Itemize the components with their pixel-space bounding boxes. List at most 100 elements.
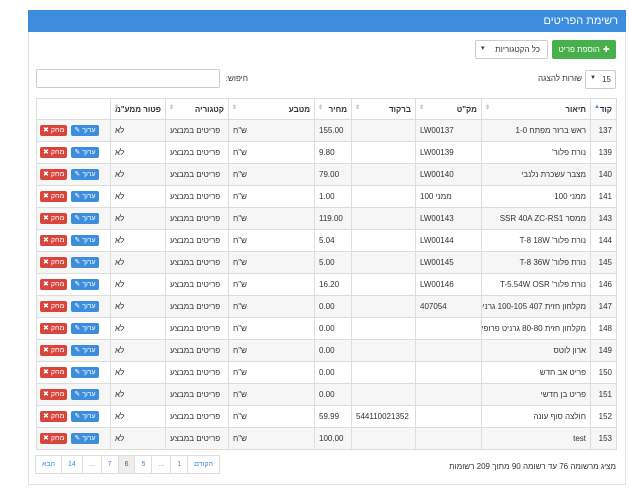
items-table: קוד ▲ תיאור ⇕ מק"ט ⇕ ברקוד ⇕ מחיר ⇕ מטבע ⇕ קטגוריה ⇕ פ…	[36, 98, 617, 450]
delete-button[interactable]: מחק ✖	[40, 169, 68, 180]
plus-icon: ✚	[602, 45, 610, 54]
col-category-header[interactable]: קטגוריה ⇕	[165, 98, 229, 120]
table-row: 143 ממסר SSR 40A ZC-RS1 LW00143 119.00 ש"ח פר…	[36, 207, 617, 230]
col-category-cell: פריטים במבצע	[165, 405, 229, 428]
col-category-cell: פריטים במבצע	[165, 339, 229, 362]
edit-button[interactable]: ערוך ✎	[71, 301, 99, 312]
col-currency-header[interactable]: מטבע ⇕	[228, 98, 315, 120]
close-icon: ✖	[43, 215, 49, 222]
delete-button[interactable]: מחק ✖	[40, 279, 68, 290]
edit-button[interactable]: ערוך ✎	[71, 411, 99, 422]
table-row: 145 נורת פלור' T-8 36W LW00145 5.00 ש"ח פריטי…	[36, 251, 617, 274]
col-description-cell: ראש ברזר מפתח 1-0	[481, 119, 591, 142]
delete-label: מחק	[50, 259, 65, 266]
delete-button[interactable]: מחק ✖	[40, 345, 68, 356]
col-description-cell: חולצה סוף עונה	[481, 405, 591, 428]
col-sku-cell: LW00144	[415, 229, 482, 252]
col-description-cell: מקלחון חזית 80-80 גרניט פרופילון	[481, 317, 591, 340]
col-vat-exempt-cell: לא	[110, 273, 166, 296]
edit-button[interactable]: ערוך ✎	[71, 257, 99, 268]
edit-button[interactable]: ערוך ✎	[71, 191, 99, 202]
col-vat-exempt-header[interactable]: פטור ממע"מ ⇕	[110, 98, 166, 120]
table-row: 147מקלחון חזית 407 100-105 גרניט407054 0.…	[36, 295, 617, 318]
delete-button[interactable]: מחק ✖	[40, 323, 68, 334]
col-description-header[interactable]: תיאור ⇕	[481, 98, 591, 120]
delete-button[interactable]: מחק ✖	[40, 389, 68, 400]
delete-button[interactable]: מחק ✖	[40, 257, 68, 268]
col-code-cell: 137	[590, 119, 617, 142]
edit-icon: ✎	[74, 435, 81, 442]
col-vat-exempt-header-label: פטור ממע"מ	[114, 104, 161, 114]
delete-label: מחק	[50, 435, 65, 442]
delete-button[interactable]: מחק ✖	[40, 125, 68, 136]
col-price-cell: 59.99	[314, 405, 352, 428]
sort-icon: ⇕	[419, 105, 425, 111]
col-code-header[interactable]: קוד ▲	[590, 98, 617, 120]
delete-button[interactable]: מחק ✖	[40, 191, 68, 202]
delete-button[interactable]: מחק ✖	[40, 301, 68, 312]
col-category-cell: פריטים במבצע	[165, 383, 229, 406]
edit-button[interactable]: ערוך ✎	[71, 279, 99, 290]
delete-button[interactable]: מחק ✖	[40, 147, 68, 158]
col-vat-exempt-cell: לא	[110, 229, 166, 252]
edit-label: ערוך	[82, 391, 96, 398]
col-code-cell: 140	[590, 163, 617, 186]
col-code-cell: 153	[590, 427, 617, 450]
col-price-header[interactable]: מחיר ⇕	[314, 98, 352, 120]
delete-button[interactable]: מחק ✖	[40, 213, 68, 224]
edit-button[interactable]: ערוך ✎	[71, 345, 99, 356]
pagination-item[interactable]: 7	[100, 455, 119, 474]
delete-button[interactable]: מחק ✖	[40, 235, 68, 246]
delete-label: מחק	[50, 215, 65, 222]
pagination-item[interactable]: 5	[134, 455, 153, 474]
col-barcode-header[interactable]: ברקוד ⇕	[351, 98, 416, 120]
col-sku-cell: LW00145	[415, 251, 482, 274]
col-barcode-cell	[351, 251, 416, 274]
table-row: 137 ראש ברזר מפתח 1-0 LW00137 155.00 ש"ח פריט…	[36, 119, 617, 142]
edit-button[interactable]: ערוך ✎	[71, 367, 99, 378]
col-currency-cell: ש"ח	[228, 295, 315, 318]
row-actions: ערוך ✎מחק ✖	[36, 361, 111, 384]
col-vat-exempt-cell: לא	[110, 163, 166, 186]
pagination-item[interactable]: 1	[170, 455, 189, 474]
delete-button[interactable]: מחק ✖	[40, 433, 68, 444]
pagination-item[interactable]: 6	[117, 455, 136, 474]
edit-button[interactable]: ערוך ✎	[71, 125, 99, 136]
edit-button[interactable]: ערוך ✎	[71, 323, 99, 334]
col-category-cell: פריטים במבצע	[165, 361, 229, 384]
pagination-item[interactable]: הבא	[35, 455, 63, 474]
edit-button[interactable]: ערוך ✎	[71, 235, 99, 246]
col-price-cell: 16.20	[314, 273, 352, 296]
edit-icon: ✎	[74, 127, 81, 134]
col-sku-header[interactable]: מק"ט ⇕	[415, 98, 482, 120]
search-input[interactable]	[36, 69, 220, 88]
edit-button[interactable]: ערוך ✎	[71, 169, 99, 180]
edit-icon: ✎	[74, 259, 81, 266]
add-item-button[interactable]: ✚ הוספת פריט	[552, 40, 616, 59]
edit-button[interactable]: ערוך ✎	[71, 147, 99, 158]
col-code-cell: 144	[590, 229, 617, 252]
col-vat-exempt-cell: לא	[110, 141, 166, 164]
col-category-cell: פריטים במבצע	[165, 207, 229, 230]
edit-button[interactable]: ערוך ✎	[71, 433, 99, 444]
col-code-cell: 150	[590, 361, 617, 384]
close-icon: ✖	[43, 325, 49, 332]
sort-icon: ⇕	[318, 105, 324, 111]
col-category-cell: פריטים במבצע	[165, 163, 229, 186]
row-actions: ערוך ✎מחק ✖	[36, 339, 111, 362]
col-barcode-cell	[351, 383, 416, 406]
col-code-cell: 152	[590, 405, 617, 428]
page-length-select[interactable]: 15 ▼	[585, 70, 616, 89]
pagination-item[interactable]: 14	[61, 455, 83, 474]
category-select[interactable]: כל הקטגוריות ▾	[475, 40, 548, 59]
row-actions: ערוך ✎מחק ✖	[36, 427, 111, 450]
edit-button[interactable]: ערוך ✎	[71, 389, 99, 400]
delete-button[interactable]: מחק ✖	[40, 367, 68, 378]
edit-icon: ✎	[74, 171, 81, 178]
col-description-cell: מקלחון חזית 407 100-105 גרניט	[481, 295, 591, 318]
edit-button[interactable]: ערוך ✎	[71, 213, 99, 224]
delete-button[interactable]: מחק ✖	[40, 411, 68, 422]
pagination-item[interactable]: הקודם	[187, 455, 220, 474]
edit-icon: ✎	[74, 303, 81, 310]
pagination: הבא 14... 7 6 5... 1 הקודם	[35, 455, 220, 474]
